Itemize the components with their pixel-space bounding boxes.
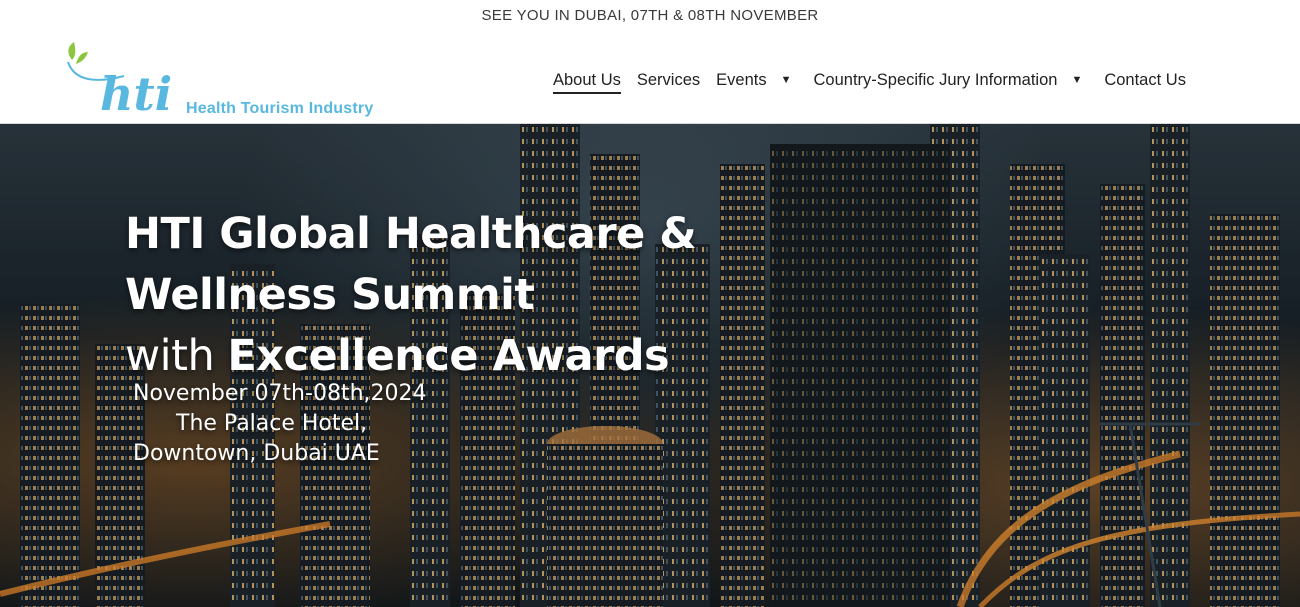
site-logo[interactable]: hti Health Tourism Industry bbox=[64, 40, 394, 120]
event-venue: The Palace Hotel, bbox=[176, 411, 368, 436]
announcement-bar: SEE YOU IN DUBAI, 07TH & 08TH NOVEMBER bbox=[0, 0, 1300, 30]
nav-services-label: Services bbox=[636, 70, 701, 89]
hero-banner: HTI Global Healthcare & Wellness Summit … bbox=[0, 124, 1300, 607]
nav-services[interactable]: Services bbox=[637, 71, 700, 90]
logo-name: Health Tourism Industry bbox=[186, 100, 374, 117]
nav-events[interactable]: Events ▼ bbox=[716, 71, 791, 90]
event-location: Downtown, Dubai UAE bbox=[133, 441, 380, 466]
nav-events-label: Events bbox=[716, 70, 767, 89]
hero-title: HTI Global Healthcare & Wellness Summit … bbox=[125, 204, 697, 387]
chevron-down-icon[interactable]: ▼ bbox=[781, 74, 792, 86]
hero-title-awards: Excellence Awards bbox=[227, 331, 670, 381]
nav-jury-information[interactable]: Country-Specific Jury Information ▼ bbox=[814, 71, 1083, 90]
nav-contact-us-label: Contact Us bbox=[1104, 70, 1186, 89]
leaf-icon: hti bbox=[67, 42, 172, 120]
nav-about-us-label: About Us bbox=[553, 70, 621, 89]
hero-title-with: with bbox=[125, 331, 228, 381]
event-date: November 07th-08th,2024 bbox=[133, 381, 427, 406]
site-header: hti Health Tourism Industry About Us Ser… bbox=[0, 30, 1300, 124]
hero-title-line1: HTI Global Healthcare & bbox=[125, 209, 697, 259]
event-details: November 07th-08th,2024 The Palace Hotel… bbox=[133, 379, 427, 469]
announcement-text: SEE YOU IN DUBAI, 07TH & 08TH NOVEMBER bbox=[481, 6, 819, 24]
nav-about-us[interactable]: About Us bbox=[553, 71, 621, 94]
main-nav: About Us Services Events ▼ Country-Speci… bbox=[553, 68, 1186, 94]
chevron-down-icon[interactable]: ▼ bbox=[1071, 74, 1082, 86]
hero-title-line2: Wellness Summit bbox=[125, 270, 535, 320]
nav-jury-information-label: Country-Specific Jury Information bbox=[813, 70, 1058, 89]
hero-title-line3: with Excellence Awards bbox=[125, 326, 696, 387]
logo-mark: hti bbox=[100, 67, 172, 120]
nav-contact-us[interactable]: Contact Us bbox=[1104, 71, 1186, 90]
